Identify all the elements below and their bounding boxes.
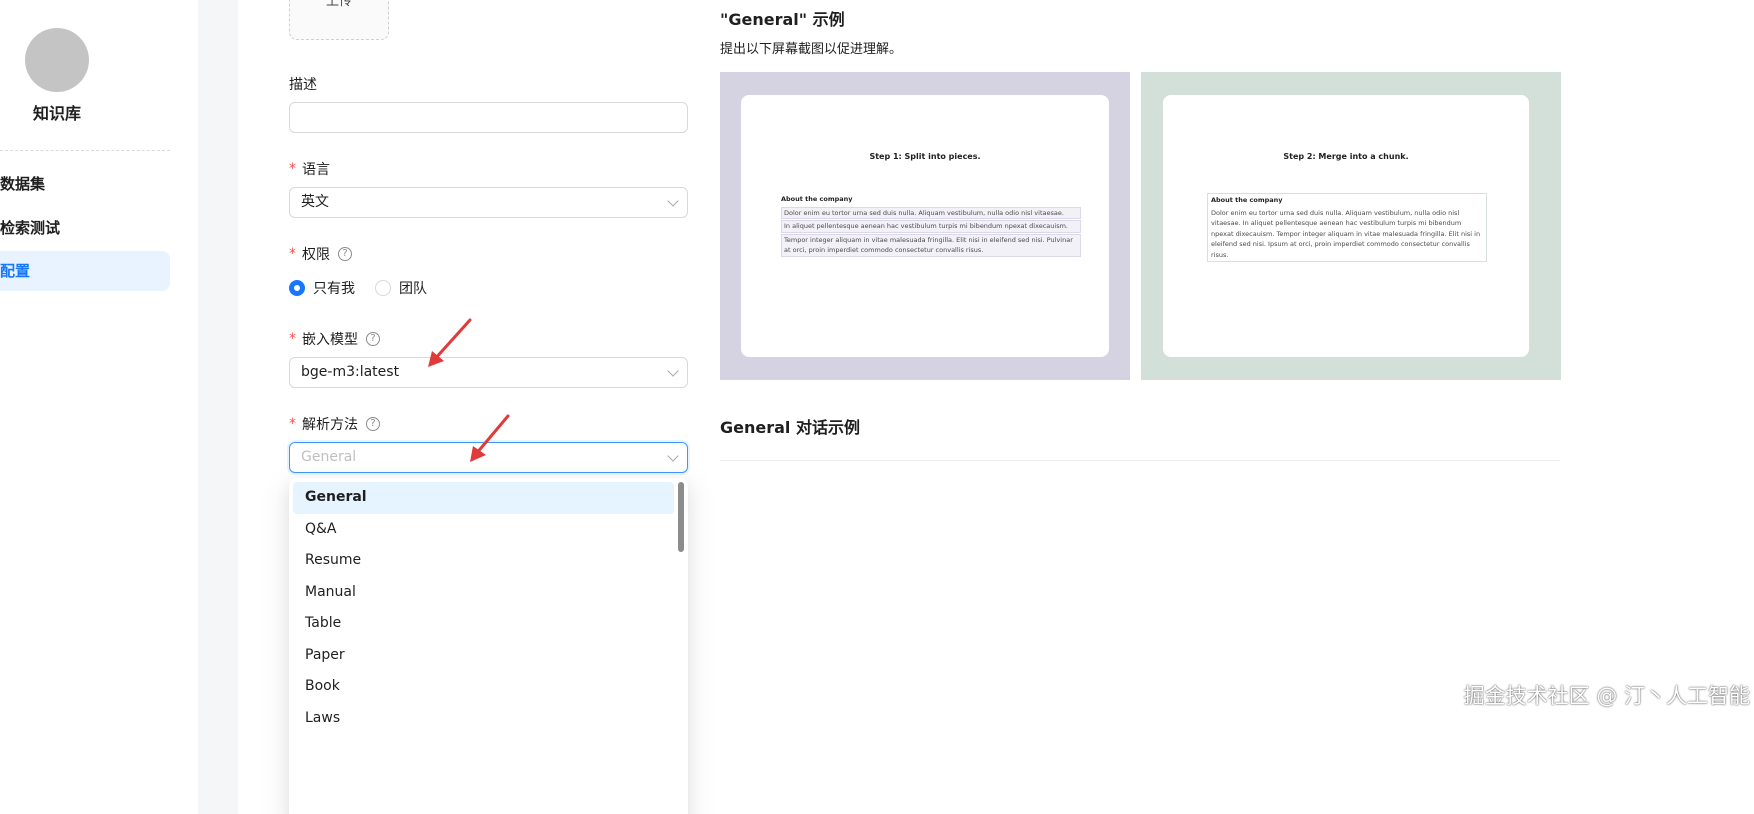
embedding-model-label: * 嵌入模型 ? [289,329,380,349]
required-mark: * [289,416,296,432]
permission-radio-me[interactable]: 只有我 [289,278,355,298]
example-screenshot-merge: Step 2: Merge into a chunk. About the co… [1141,72,1561,380]
question-circle-icon[interactable]: ? [338,247,352,261]
chevron-down-icon [667,195,679,207]
example-screenshot-split: Step 1: Split into pieces. About the com… [720,72,1130,380]
permission-radio-group: 只有我 团队 [289,278,427,298]
sidebar-item-retrieval-test[interactable]: 检索测试 [0,208,170,248]
parser-method-dropdown: General Q&A Resume Manual Table Paper Bo… [289,478,688,814]
watermark: 掘金技术社区 @ 汀丶人工智能 [1463,684,1750,708]
split-document: About the company Dolor enim eu tortor u… [781,194,1081,258]
sidebar-item-config[interactable]: 配置 [0,251,170,291]
embedding-model-select[interactable]: bge-m3:latest [289,357,688,388]
parser-method-placeholder: General [301,449,357,465]
merged-document: About the company Dolor enim eu tortor u… [1207,193,1487,262]
example-card: Step 2: Merge into a chunk. About the co… [1163,95,1529,357]
knowledge-base-name: 知识库 [32,104,81,123]
sidebar-item-dataset[interactable]: 数据集 [0,164,170,204]
content-gutter [198,0,238,814]
question-circle-icon[interactable]: ? [366,332,380,346]
language-value: 英文 [301,194,329,210]
annotation-arrow-icon [428,318,472,367]
language-label: * 语言 [289,161,330,178]
chunk: In aliquet pellentesque aenean hac vesti… [781,220,1081,233]
doc-heading: About the company [1211,196,1283,204]
sidebar-divider [0,150,170,151]
example-card: Step 1: Split into pieces. About the com… [741,95,1109,357]
parser-option-resume[interactable]: Resume [293,545,674,577]
chevron-down-icon [667,450,679,462]
required-mark: * [289,246,296,262]
description-label: 描述 [289,77,317,93]
parser-method-label: * 解析方法 ? [289,414,380,434]
radio-unchecked-icon [375,280,391,296]
chevron-down-icon [667,365,679,377]
parser-option-manual[interactable]: Manual [293,577,674,609]
question-circle-icon[interactable]: ? [366,417,380,431]
upload-button[interactable]: 上传 [289,0,389,40]
parser-option-general[interactable]: General [293,482,674,514]
description-input[interactable] [289,102,688,133]
embedding-model-value: bge-m3:latest [301,364,400,380]
radio-checked-icon [289,280,305,296]
example-subtitle: 提出以下屏幕截图以促进理解。 [720,42,903,57]
chunk: Tempor integer aliquam in vitae malesuad… [781,233,1081,257]
step-title: Step 1: Split into pieces. [869,152,981,161]
parser-option-qa[interactable]: Q&A [293,514,674,546]
permission-radio-team[interactable]: 团队 [375,278,427,298]
chat-divider [720,460,1560,461]
doc-heading: About the company [781,195,853,203]
dropdown-scrollbar[interactable] [678,482,684,552]
chunk: Dolor enim eu tortor urna sed duis nulla… [781,206,1081,219]
parser-option-table[interactable]: Table [293,608,674,640]
required-mark: * [289,331,296,347]
permission-label: * 权限 ? [289,244,352,264]
example-title: "General" 示例 [720,10,845,29]
avatar[interactable] [25,28,89,92]
parser-option-paper[interactable]: Paper [293,640,674,672]
required-mark: * [289,161,296,177]
upload-label: 上传 [325,0,352,9]
merged-chunk: Dolor enim eu tortor urna sed duis nulla… [1211,208,1481,259]
language-select[interactable]: 英文 [289,187,688,218]
parser-option-book[interactable]: Book [293,671,674,703]
step-title: Step 2: Merge into a chunk. [1283,152,1409,161]
parser-option-laws[interactable]: Laws [293,703,674,735]
chat-example-title: General 对话示例 [720,418,860,437]
sidebar: 知识库 数据集 检索测试 配置 [0,0,198,814]
annotation-arrow-icon [470,414,510,462]
